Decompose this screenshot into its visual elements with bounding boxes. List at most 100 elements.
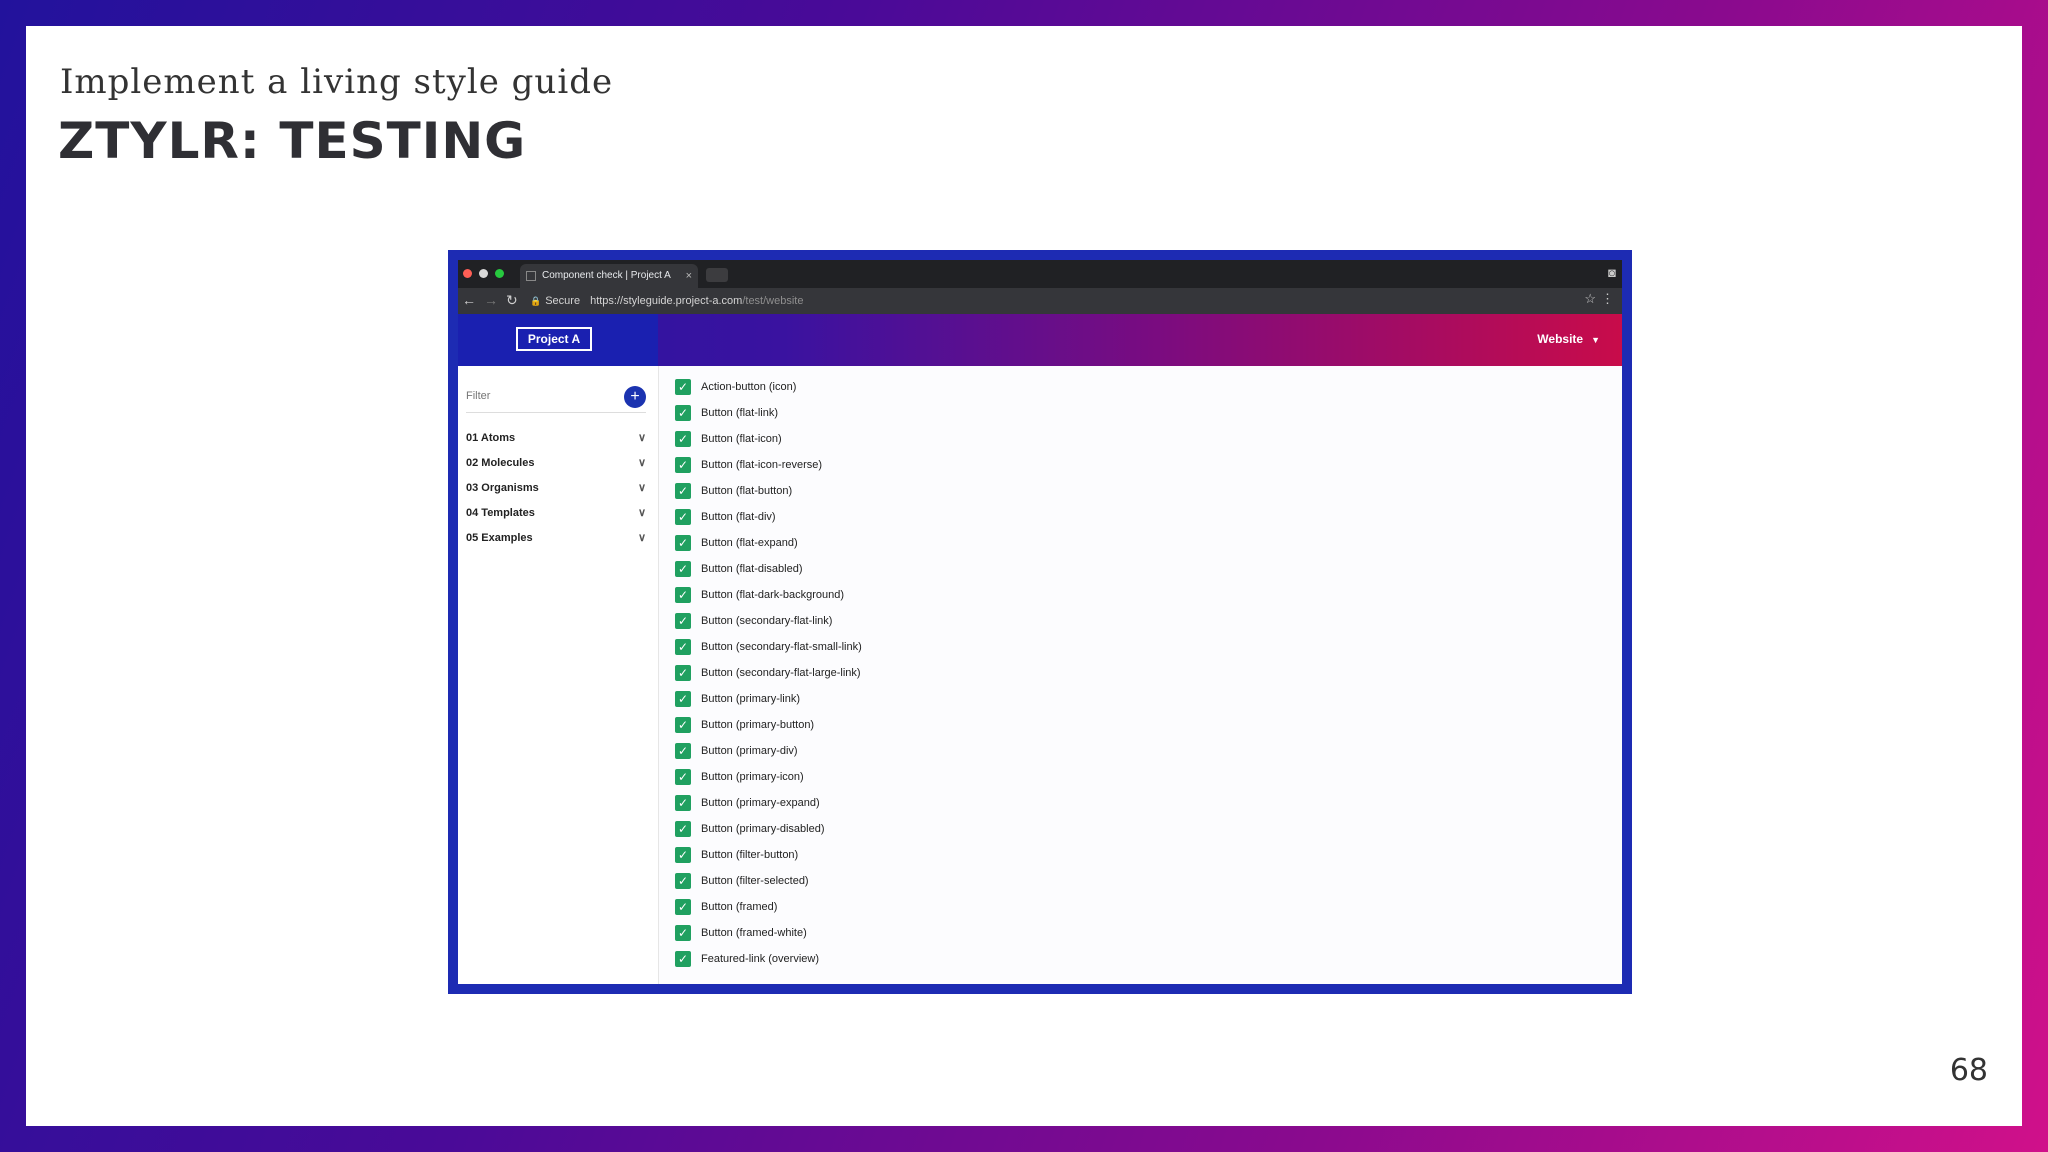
list-item: ✓ Button (flat-icon-reverse) [675,452,862,478]
app-header: Project A Website ▼ [458,314,1622,366]
component-label: Button (framed-white) [701,927,807,939]
component-label: Button (filter-selected) [701,875,809,887]
sidebar-item[interactable]: 01 Atoms ∨ [466,426,646,451]
component-label: Button (flat-disabled) [701,563,803,575]
list-item: ✓ Button (filter-selected) [675,868,862,894]
sidebar-nav: 01 Atoms ∨ 02 Molecules ∨ 03 Organisms ∨ 04 Te… [466,426,646,551]
check-icon[interactable]: ✓ [675,665,691,681]
page-number: 68 [1949,1053,1988,1088]
component-label: Button (framed) [701,901,778,913]
sidebar-item[interactable]: 02 Molecules ∨ [466,451,646,476]
sidebar-item[interactable]: 05 Examples ∨ [466,526,646,551]
chevron-down-icon[interactable]: ∨ [638,501,646,526]
check-icon[interactable]: ✓ [675,535,691,551]
check-icon[interactable]: ✓ [675,639,691,655]
component-label: Button (flat-button) [701,485,793,497]
check-icon[interactable]: ✓ [675,405,691,421]
reload-icon[interactable]: ↻ [506,292,518,309]
check-icon[interactable]: ✓ [675,457,691,473]
forward-arrow-icon[interactable]: → [484,292,498,308]
check-icon[interactable]: ✓ [675,873,691,889]
list-item: ✓ Button (flat-link) [675,400,862,426]
sidebar-item[interactable]: 03 Organisms ∨ [466,476,646,501]
list-item: ✓ Featured-link (overview) [675,946,862,972]
sidebar-item[interactable]: 04 Templates ∨ [466,501,646,526]
kebab-menu-icon[interactable]: ⋮ [1601,291,1614,307]
check-icon[interactable]: ✓ [675,431,691,447]
back-arrow-icon[interactable]: ← [462,292,476,308]
component-label: Button (primary-expand) [701,797,820,809]
check-icon[interactable]: ✓ [675,925,691,941]
chevron-down-icon[interactable]: ∨ [638,426,646,451]
star-icon[interactable]: ☆ [1584,291,1596,307]
main-panel: ✓ Action-button (icon) ✓ Button (flat-link)… [659,366,1622,984]
filter-input[interactable] [466,386,606,402]
website-dropdown[interactable]: Website ▼ [1537,332,1600,346]
project-logo[interactable]: Project A [516,327,592,351]
sidebar-item-label: 01 Atoms [466,432,516,444]
chevron-down-icon[interactable]: ∨ [638,451,646,476]
component-label: Button (primary-icon) [701,771,804,783]
favicon-icon [526,271,536,281]
check-icon[interactable]: ✓ [675,717,691,733]
list-item: ✓ Button (flat-disabled) [675,556,862,582]
check-icon[interactable]: ✓ [675,821,691,837]
component-label: Button (flat-icon) [701,433,782,445]
list-item: ✓ Button (primary-button) [675,712,862,738]
list-item: ✓ Button (flat-icon) [675,426,862,452]
check-icon[interactable]: ✓ [675,899,691,915]
chevron-down-icon[interactable]: ∨ [638,526,646,551]
content: + 01 Atoms∨02 Molecules∨03 Organisms∨04 … [458,366,1622,984]
check-icon[interactable]: ✓ [675,509,691,525]
check-icon[interactable]: ✓ [675,847,691,863]
tab-close-icon[interactable]: × [686,264,692,288]
chevron-down-icon[interactable]: ∨ [638,476,646,501]
component-label: Action-button (icon) [701,381,797,393]
check-icon[interactable]: ✓ [675,795,691,811]
component-label: Button (secondary-flat-link) [701,615,833,627]
component-label: Button (primary-disabled) [701,823,825,835]
check-icon[interactable]: ✓ [675,379,691,395]
list-item: ✓ Button (filter-button) [675,842,862,868]
check-icon[interactable]: ✓ [675,561,691,577]
maximize-window-icon[interactable] [495,269,504,278]
sidebar-item-label: 03 Organisms [466,482,539,494]
address-bar: ← → ↻ 🔒 Secure https://styleguide.project-… [458,288,1622,314]
slide: Implement a living style guide ZTYLR: TE… [26,26,2022,1126]
website-label: Website [1537,332,1584,346]
url-field[interactable]: 🔒 Secure https://styleguide.project-a.com/… [530,291,1582,311]
check-icon[interactable]: ✓ [675,743,691,759]
list-item: ✓ Action-button (icon) [675,374,862,400]
list-item: ✓ Button (framed-white) [675,920,862,946]
component-label: Button (secondary-flat-large-link) [701,667,861,679]
filter-row: + [466,386,646,413]
minimize-window-icon[interactable] [479,269,488,278]
sidebar-item-label: 02 Molecules [466,457,535,469]
slide-subtitle: Implement a living style guide [60,62,614,102]
list-item: ✓ Button (primary-expand) [675,790,862,816]
list-item: ✓ Button (secondary-flat-large-link) [675,660,862,686]
check-icon[interactable]: ✓ [675,613,691,629]
check-icon[interactable]: ✓ [675,691,691,707]
component-label: Button (primary-button) [701,719,815,731]
browser-window: Component check | Project A × ◙ ← → ↻ 🔒 S… [458,260,1622,984]
close-window-icon[interactable] [463,269,472,278]
list-item: ✓ Button (secondary-flat-small-link) [675,634,862,660]
check-icon[interactable]: ✓ [675,483,691,499]
tab-title: Component check | Project A [542,270,671,281]
caret-down-icon: ▼ [1591,335,1600,345]
list-item: ✓ Button (framed) [675,894,862,920]
browser-tab[interactable]: Component check | Project A × [520,264,698,288]
list-item: ✓ Button (flat-div) [675,504,862,530]
check-icon[interactable]: ✓ [675,769,691,785]
list-item: ✓ Button (flat-dark-background) [675,582,862,608]
check-icon[interactable]: ✓ [675,587,691,603]
component-label: Featured-link (overview) [701,953,819,965]
add-button[interactable]: + [624,386,646,408]
component-label: Button (primary-div) [701,745,798,757]
check-icon[interactable]: ✓ [675,951,691,967]
incognito-icon: ◙ [1608,265,1616,280]
logo-area: Project A [458,314,658,366]
new-tab-button[interactable] [706,268,728,282]
component-label: Button (flat-link) [701,407,779,419]
